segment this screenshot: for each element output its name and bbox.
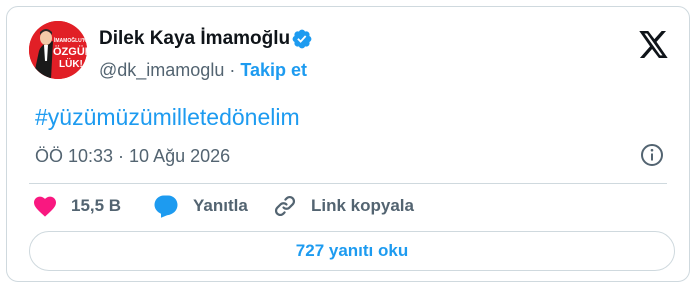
author-handle[interactable]: @dk_imamoglu — [99, 60, 224, 80]
link-icon — [274, 195, 296, 217]
reply-label: Yanıtla — [193, 196, 248, 215]
handle-row: @dk_imamoglu · Takip et — [99, 60, 307, 81]
reply-button[interactable]: Yanıtla — [153, 192, 248, 220]
divider — [29, 183, 667, 184]
read-replies-button[interactable]: 727 yanıtı oku — [29, 231, 675, 271]
verified-badge-icon — [291, 28, 313, 50]
reply-bubble-icon — [154, 195, 178, 218]
avatar[interactable]: İMAMOĞLU'NA ÖZGÜR LÜK! — [29, 21, 87, 79]
x-logo-icon[interactable] — [639, 31, 669, 58]
follow-link[interactable]: Takip et — [240, 60, 307, 80]
separator-dot: · — [229, 60, 236, 80]
like-button[interactable]: 15,5 B — [33, 192, 121, 220]
read-replies-label: 727 yanıtı oku — [295, 241, 409, 260]
avatar-text-main: ÖZGÜR — [53, 45, 87, 58]
copy-link-label: Link kopyala — [311, 196, 414, 215]
avatar-text-bottom: LÜK! — [59, 57, 83, 70]
avatar-text-top: İMAMOĞLU'NA — [54, 36, 87, 44]
tweet-embed-card: İMAMOĞLU'NA ÖZGÜR LÜK! Dilek Kaya İmamoğ… — [6, 6, 690, 282]
tweet-hashtag[interactable]: #yüzümüzümilletedönelim — [35, 104, 300, 131]
info-icon[interactable] — [639, 142, 665, 168]
tweet-timestamp[interactable]: ÖÖ 10:33 · 10 Ağu 2026 — [35, 146, 230, 167]
copy-link-button[interactable]: Link kopyala — [273, 192, 414, 220]
avatar-image: İMAMOĞLU'NA ÖZGÜR LÜK! — [29, 21, 87, 79]
heart-icon — [34, 196, 56, 217]
like-count: 15,5 B — [71, 196, 122, 215]
author-name[interactable]: Dilek Kaya İmamoğlu — [99, 28, 290, 50]
